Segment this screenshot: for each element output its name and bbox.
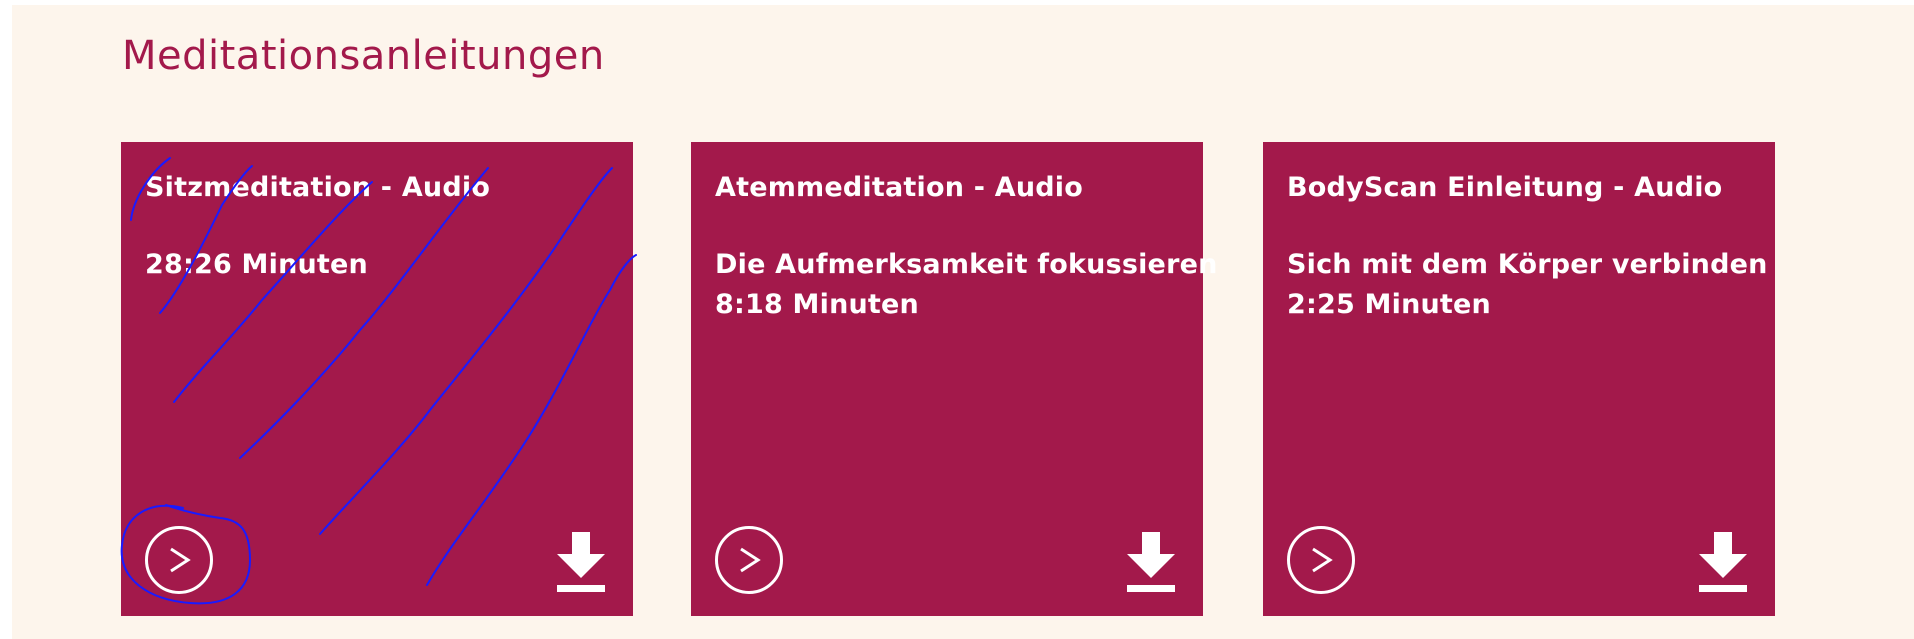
card-subtitle: Sich mit dem Körper verbinden	[1287, 249, 1768, 280]
card-sitzmeditation[interactable]: Sitzmeditation - Audio 28:26 Minuten	[121, 142, 633, 616]
card-description: Die Aufmerksamkeit fokussieren 8:18 Minu…	[715, 245, 1218, 325]
card-duration: 8:18 Minuten	[715, 289, 919, 320]
download-button[interactable]	[1125, 532, 1177, 592]
download-icon	[1699, 532, 1747, 592]
card-title: Sitzmeditation - Audio	[145, 172, 491, 203]
download-button[interactable]	[555, 532, 607, 592]
card-description: Sich mit dem Körper verbinden 2:25 Minut…	[1287, 245, 1768, 325]
meditation-section: Meditationsanleitungen Sitzmeditation - …	[12, 5, 1914, 639]
card-title: BodyScan Einleitung - Audio	[1287, 172, 1723, 203]
card-duration: 28:26 Minuten	[145, 249, 368, 280]
download-icon	[557, 532, 605, 592]
card-duration: 2:25 Minuten	[1287, 289, 1491, 320]
card-description: 28:26 Minuten	[145, 245, 368, 285]
page: Meditationsanleitungen Sitzmeditation - …	[0, 0, 1914, 639]
play-circle-icon	[1312, 547, 1333, 573]
play-circle-icon	[740, 547, 761, 573]
card-atemmeditation[interactable]: Atemmeditation - Audio Die Aufmerksamkei…	[691, 142, 1217, 616]
play-button[interactable]	[145, 526, 213, 594]
play-button[interactable]	[715, 526, 783, 594]
section-title: Meditationsanleitungen	[122, 33, 605, 79]
play-button[interactable]	[1287, 526, 1355, 594]
card-title: Atemmeditation - Audio	[715, 172, 1083, 203]
download-button[interactable]	[1697, 532, 1749, 592]
play-circle-icon	[170, 547, 191, 573]
card-bodyscan[interactable]: BodyScan Einleitung - Audio Sich mit dem…	[1263, 142, 1775, 616]
download-icon	[1127, 532, 1175, 592]
card-subtitle: Die Aufmerksamkeit fokussieren	[715, 249, 1218, 280]
